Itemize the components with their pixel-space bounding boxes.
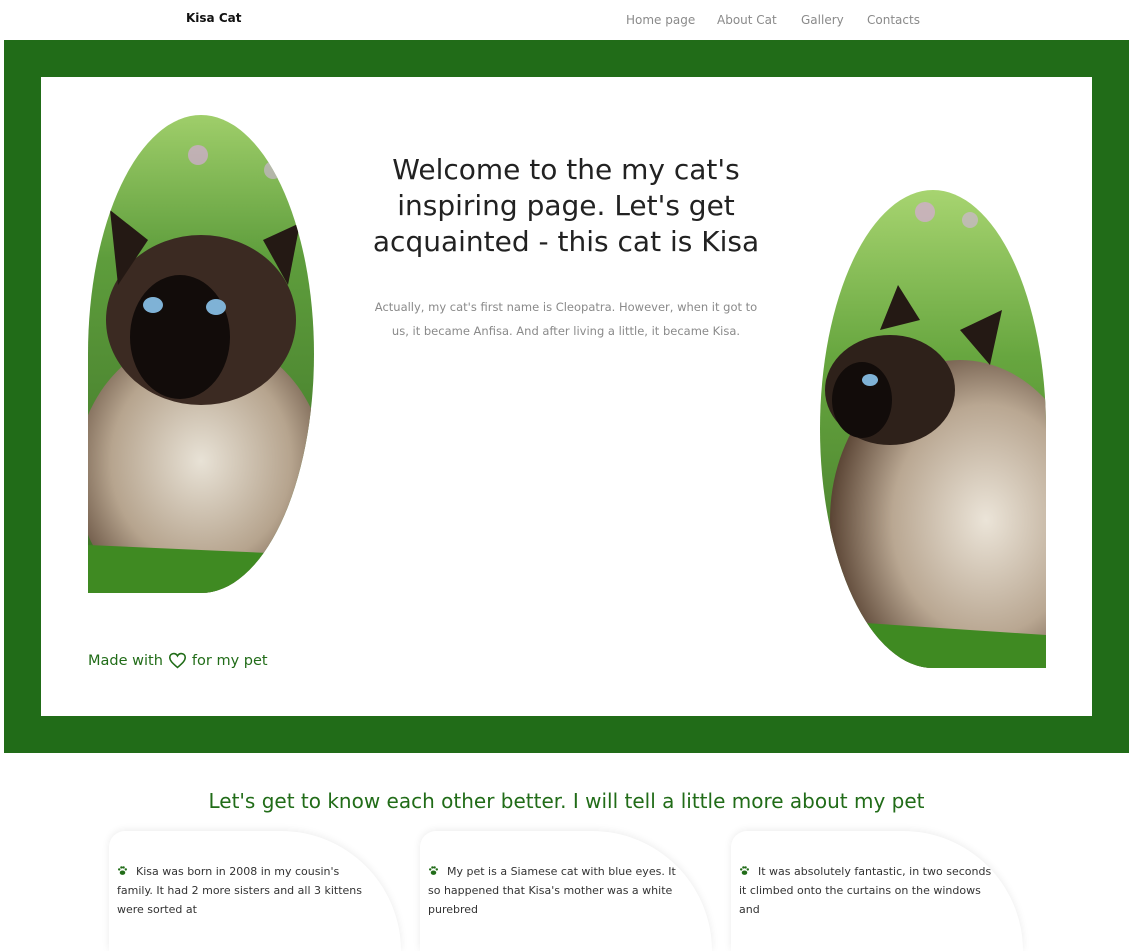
nav-link-home[interactable]: Home page <box>626 13 695 27</box>
hero-title: Welcome to the my cat's inspiring page. … <box>372 153 760 258</box>
about-section-title: Let's get to know each other better. I w… <box>208 789 925 813</box>
top-navigation: Kisa Cat Home page About Cat Gallery Con… <box>0 0 1138 40</box>
paw-icon <box>117 866 128 875</box>
hero-description: Actually, my cat's first name is Cleopat… <box>374 300 758 338</box>
nav-link-contacts[interactable]: Contacts <box>867 13 920 27</box>
nav-link-about-cat[interactable]: About Cat <box>717 13 777 27</box>
brand-logo-text[interactable]: Kisa Cat <box>186 11 241 25</box>
nav-link-gallery[interactable]: Gallery <box>801 13 844 27</box>
paw-icon <box>739 866 750 875</box>
info-card-2: My pet is a Siamese cat with blue eyes. … <box>420 831 712 951</box>
cat-photo-front <box>88 115 314 593</box>
made-with-love-line: Made with for my pet <box>88 652 268 669</box>
hero-card: Welcome to the my cat's inspiring page. … <box>41 77 1092 716</box>
info-card-1: Kisa was born in 2008 in my cousin's fam… <box>109 831 401 951</box>
paw-icon <box>428 866 439 875</box>
cat-photo-side <box>820 190 1046 668</box>
info-card-text: My pet is a Siamese cat with blue eyes. … <box>428 865 676 916</box>
made-with-prefix: Made with <box>88 652 163 669</box>
info-card-text: It was absolutely fantastic, in two seco… <box>739 865 992 916</box>
hero-section: Welcome to the my cat's inspiring page. … <box>4 40 1129 753</box>
info-card-text: Kisa was born in 2008 in my cousin's fam… <box>117 865 363 916</box>
heart-icon <box>168 652 186 669</box>
info-card-3: It was absolutely fantastic, in two seco… <box>731 831 1023 951</box>
made-with-suffix: for my pet <box>191 652 268 669</box>
